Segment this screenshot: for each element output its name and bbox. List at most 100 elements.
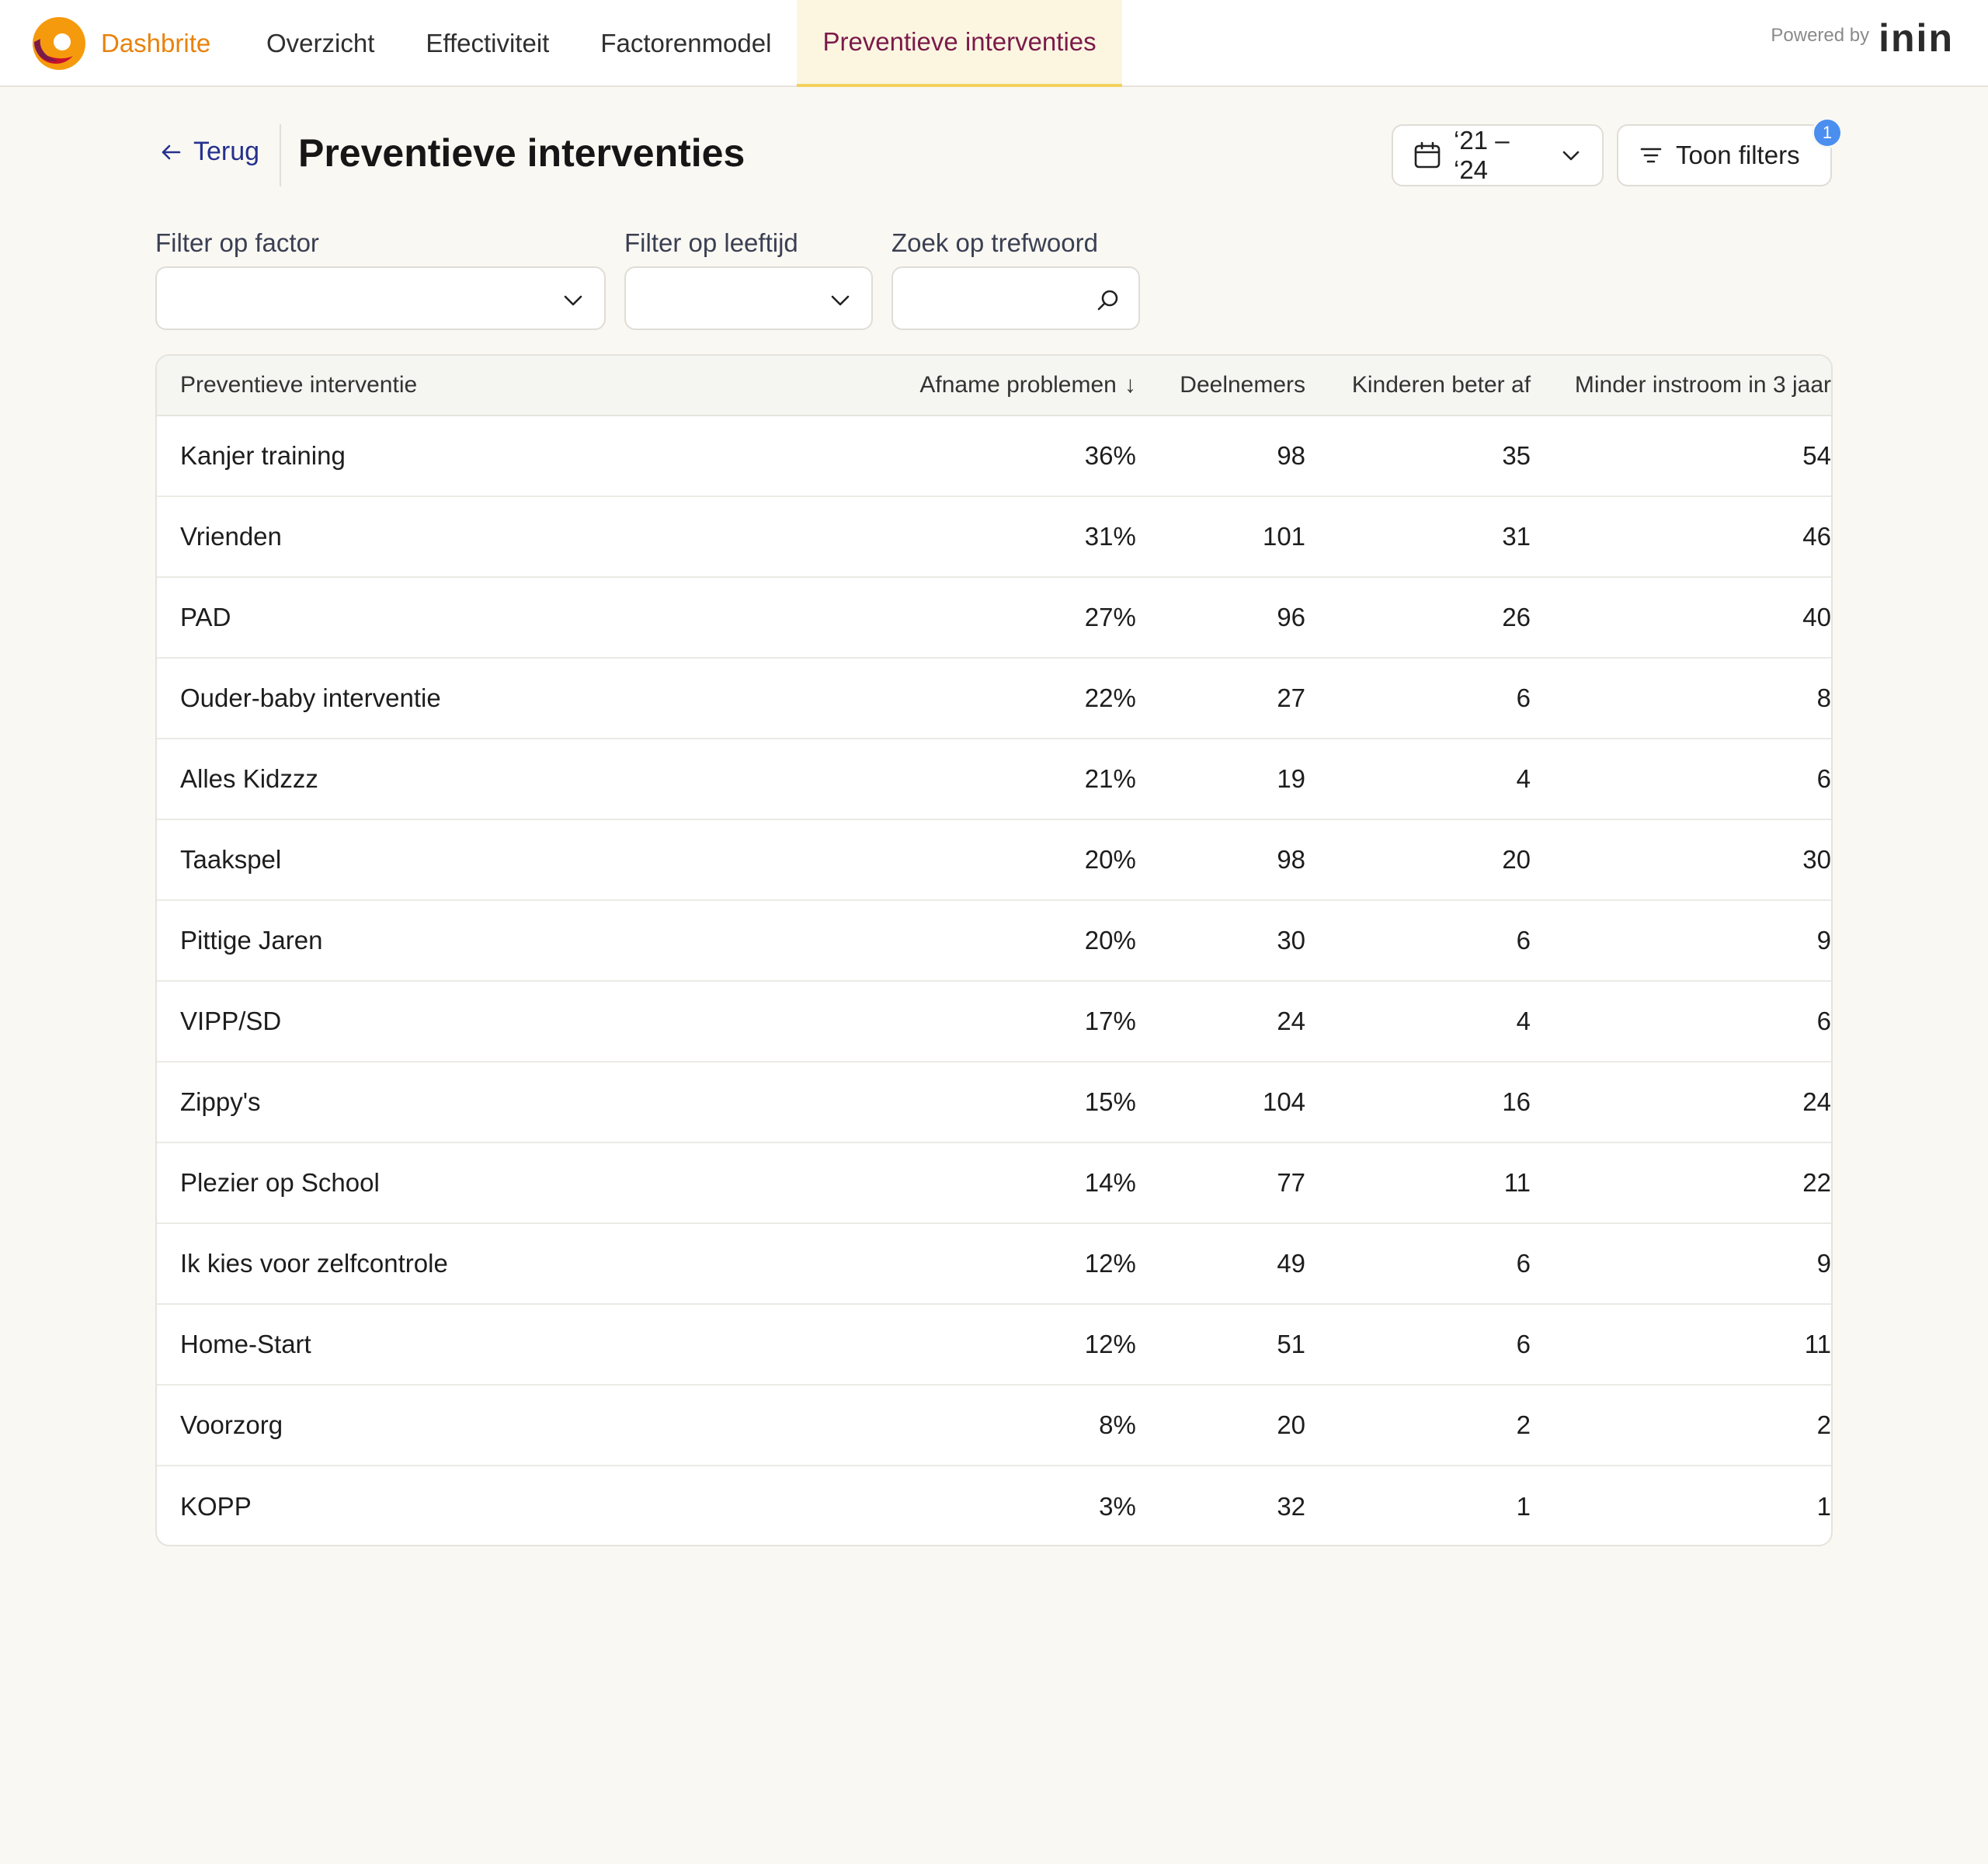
table-row[interactable]: Plezier op School 14% 77 11 22 [157,1143,1831,1224]
column-header-afname-label: Afname problemen [919,372,1117,398]
cell-afname-problemen: 17% [1084,1007,1136,1035]
brand[interactable]: Dashbrite [30,16,210,71]
show-filters-label: Toon filters [1676,141,1800,169]
top-navigation-bar: Dashbrite Overzicht Effectiviteit Factor… [0,0,1988,87]
cell-minder-instroom: 24 [1802,1087,1831,1116]
cell-kinderen-beter-af: 11 [1503,1168,1531,1197]
cell-deelnemers: 51 [1277,1330,1306,1358]
cell-interventie: VIPP/SD [180,1007,282,1035]
cell-deelnemers: 30 [1277,926,1306,955]
age-filter-label: Filter op leeftijd [624,228,798,257]
cell-minder-instroom: 6 [1816,1007,1831,1035]
cell-minder-instroom: 11 [1804,1330,1831,1358]
column-header-deelnemers[interactable]: Deelnemers [1136,372,1305,398]
cell-minder-instroom: 9 [1816,926,1831,955]
search-icon [1097,290,1118,311]
table-body: Kanjer training 36% 98 35 54 Vrienden 31% 101 31… [157,416,1831,1545]
cell-deelnemers: 98 [1277,845,1306,874]
cell-interventie: PAD [180,603,231,631]
table-row[interactable]: PAD 27% 96 26 40 [157,578,1831,659]
dashbrite-logo [33,17,85,70]
table-row[interactable]: Kanjer training 36% 98 35 54 [157,416,1831,497]
table-row[interactable]: Ik kies voor zelfcontrole 12% 49 6 9 [157,1224,1831,1305]
factor-filter-label: Filter op factor [155,228,319,257]
cell-afname-problemen: 12% [1084,1330,1136,1358]
powered-by-label: Powered by [1771,25,1870,46]
table-row[interactable]: Pittige Jaren 20% 30 6 9 [157,901,1831,982]
table-row[interactable]: VIPP/SD 17% 24 4 6 [157,982,1831,1062]
cell-interventie: KOPP [180,1492,252,1521]
arrow-left-icon [162,144,181,159]
cell-kinderen-beter-af: 6 [1516,1330,1531,1358]
cell-deelnemers: 24 [1277,1007,1306,1035]
powered-by: Powered by inin [1771,19,1954,57]
cell-kinderen-beter-af: 31 [1502,522,1531,551]
table-row[interactable]: Home-Start 12% 51 6 11 [157,1305,1831,1386]
table-row[interactable]: Taakspel 20% 98 20 30 [157,820,1831,901]
filter-lines-icon [1640,148,1662,163]
column-header-kinderen-beter-af[interactable]: Kinderen beter af [1305,372,1531,398]
cell-deelnemers: 77 [1277,1168,1306,1197]
cell-minder-instroom: 46 [1802,522,1831,551]
cell-interventie: Vrienden [180,522,282,551]
cell-afname-problemen: 21% [1084,764,1136,793]
cell-interventie: Ouder-baby interventie [180,683,441,712]
cell-interventie: Zippy's [180,1087,261,1116]
chevron-down-icon [1562,151,1580,161]
search-label: Zoek op trefwoord [891,228,1098,257]
cell-interventie: Taakspel [180,845,282,874]
table-row[interactable]: Ouder-baby interventie 22% 27 6 8 [157,659,1831,739]
sort-arrow-down-icon: ↓ [1124,372,1136,398]
nav-tab-overzicht[interactable]: Overzicht [241,0,400,87]
header-divider [280,124,281,186]
column-header-interventie[interactable]: Preventieve interventie [157,372,839,398]
cell-kinderen-beter-af: 6 [1516,926,1531,955]
table-row[interactable]: KOPP 3% 32 1 1 [157,1466,1831,1545]
cell-deelnemers: 20 [1277,1410,1306,1439]
search-input[interactable] [891,266,1140,330]
cell-minder-instroom: 30 [1802,845,1831,874]
cell-afname-problemen: 20% [1084,926,1136,955]
nav-tab-preventieve-interventies[interactable]: Preventieve interventies [797,0,1122,87]
cell-deelnemers: 49 [1277,1249,1306,1278]
back-label: Terug [193,137,260,166]
back-link[interactable]: Terug [159,137,259,167]
date-range-label: ‘21 – ‘24 [1454,126,1510,184]
cell-afname-problemen: 12% [1084,1249,1136,1278]
cell-afname-problemen: 14% [1084,1168,1136,1197]
date-range-button[interactable]: ‘21 – ‘24 [1392,124,1604,186]
cell-deelnemers: 104 [1262,1087,1306,1116]
show-filters-button[interactable]: Toon filters [1617,124,1832,186]
table-row[interactable]: Zippy's 15% 104 16 24 [157,1062,1831,1143]
table-row[interactable]: Voorzorg 8% 20 2 2 [157,1386,1831,1466]
calendar-icon [1414,141,1441,169]
cell-minder-instroom: 2 [1816,1410,1831,1439]
cell-minder-instroom: 6 [1816,764,1831,793]
cell-interventie: Kanjer training [180,441,346,470]
nav-tab-effectiviteit[interactable]: Effectiviteit [400,0,575,87]
age-filter-select[interactable] [624,266,873,330]
page-title: Preventieve interventies [298,131,746,175]
nav-tab-factorenmodel[interactable]: Factorenmodel [575,0,797,87]
table-row[interactable]: Vrienden 31% 101 31 46 [157,497,1831,578]
cell-kinderen-beter-af: 16 [1502,1087,1531,1116]
cell-interventie: Alles Kidzzz [180,764,318,793]
column-header-afname-problemen[interactable]: Afname problemen ↓ [839,372,1136,398]
cell-afname-problemen: 31% [1084,522,1136,551]
cell-kinderen-beter-af: 26 [1502,603,1531,631]
cell-deelnemers: 27 [1277,683,1306,712]
cell-deelnemers: 96 [1277,603,1306,631]
factor-filter-select[interactable] [155,266,606,330]
column-header-minder-instroom[interactable]: Minder instroom in 3 jaar [1531,372,1831,398]
cell-afname-problemen: 20% [1084,845,1136,874]
cell-interventie: Plezier op School [180,1168,380,1197]
cell-afname-problemen: 8% [1099,1410,1136,1439]
cell-minder-instroom: 54 [1802,441,1831,470]
cell-deelnemers: 98 [1277,441,1306,470]
cell-minder-instroom: 9 [1816,1249,1831,1278]
cell-afname-problemen: 27% [1084,603,1136,631]
table-row[interactable]: Alles Kidzzz 21% 19 4 6 [157,739,1831,820]
cell-kinderen-beter-af: 2 [1516,1410,1531,1439]
cell-interventie: Ik kies voor zelfcontrole [180,1249,448,1278]
brand-name: Dashbrite [101,29,211,57]
